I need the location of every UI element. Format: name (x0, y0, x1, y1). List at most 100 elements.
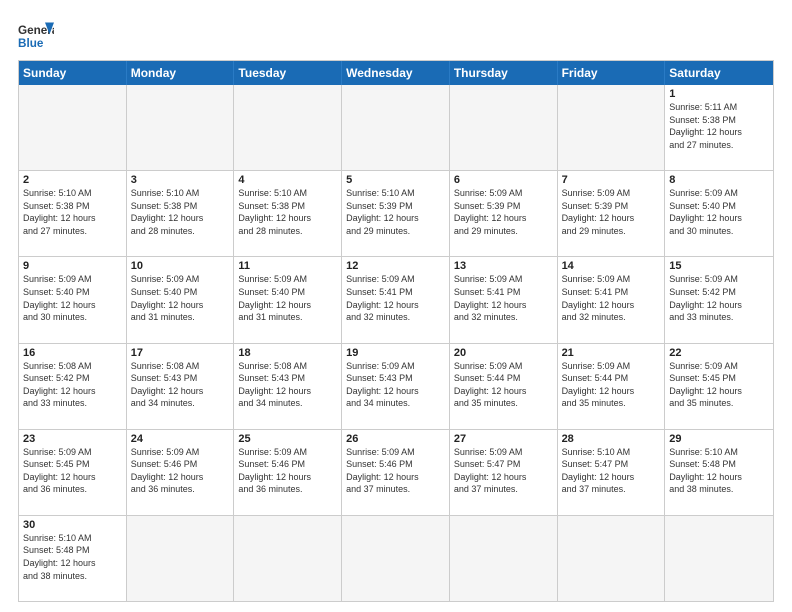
header: General Blue (18, 18, 774, 54)
day-number: 13 (454, 260, 553, 272)
week-row-5: 30Sunrise: 5:10 AM Sunset: 5:48 PM Dayli… (19, 516, 773, 601)
day-cell (19, 85, 127, 170)
day-number: 5 (346, 174, 445, 186)
day-number: 11 (238, 260, 337, 272)
day-number: 8 (669, 174, 769, 186)
day-cell: 12Sunrise: 5:09 AM Sunset: 5:41 PM Dayli… (342, 257, 450, 342)
day-number: 15 (669, 260, 769, 272)
day-cell: 3Sunrise: 5:10 AM Sunset: 5:38 PM Daylig… (127, 171, 235, 256)
day-info: Sunrise: 5:10 AM Sunset: 5:48 PM Dayligh… (23, 532, 122, 582)
day-number: 29 (669, 433, 769, 445)
day-info: Sunrise: 5:09 AM Sunset: 5:44 PM Dayligh… (454, 360, 553, 410)
day-number: 17 (131, 347, 230, 359)
day-cell: 10Sunrise: 5:09 AM Sunset: 5:40 PM Dayli… (127, 257, 235, 342)
week-row-0: 1Sunrise: 5:11 AM Sunset: 5:38 PM Daylig… (19, 85, 773, 171)
day-info: Sunrise: 5:09 AM Sunset: 5:41 PM Dayligh… (454, 273, 553, 323)
day-number: 19 (346, 347, 445, 359)
day-cell: 30Sunrise: 5:10 AM Sunset: 5:48 PM Dayli… (19, 516, 127, 601)
weeks: 1Sunrise: 5:11 AM Sunset: 5:38 PM Daylig… (19, 85, 773, 601)
day-info: Sunrise: 5:09 AM Sunset: 5:46 PM Dayligh… (238, 446, 337, 496)
week-row-2: 9 Sunrise: 5:09 AM Sunset: 5:40 PM Daylig… (19, 257, 773, 343)
day-number: 14 (562, 260, 661, 272)
day-info: Sunrise: 5:09 AM Sunset: 5:41 PM Dayligh… (562, 273, 661, 323)
day-cell (450, 85, 558, 170)
day-cell (450, 516, 558, 601)
day-number: 20 (454, 347, 553, 359)
day-info: Sunrise: 5:09 AM Sunset: 5:39 PM Dayligh… (454, 187, 553, 237)
day-info: Sunrise: 5:08 AM Sunset: 5:42 PM Dayligh… (23, 360, 122, 410)
day-info: Sunrise: 5:10 AM Sunset: 5:39 PM Dayligh… (346, 187, 445, 237)
day-number: 4 (238, 174, 337, 186)
day-cell (342, 516, 450, 601)
col-header-tuesday: Tuesday (234, 61, 342, 85)
day-number: 9 (23, 260, 122, 272)
page: General Blue SundayMondayTuesdayWednesda… (0, 0, 792, 612)
day-info: Sunrise: 5:10 AM Sunset: 5:48 PM Dayligh… (669, 446, 769, 496)
day-number: 18 (238, 347, 337, 359)
day-cell: 15Sunrise: 5:09 AM Sunset: 5:42 PM Dayli… (665, 257, 773, 342)
day-cell: 13Sunrise: 5:09 AM Sunset: 5:41 PM Dayli… (450, 257, 558, 342)
day-info: Sunrise: 5:09 AM Sunset: 5:40 PM Dayligh… (131, 273, 230, 323)
col-header-wednesday: Wednesday (342, 61, 450, 85)
day-number: 24 (131, 433, 230, 445)
day-cell: 4Sunrise: 5:10 AM Sunset: 5:38 PM Daylig… (234, 171, 342, 256)
day-number: 12 (346, 260, 445, 272)
day-info: Sunrise: 5:10 AM Sunset: 5:38 PM Dayligh… (23, 187, 122, 237)
day-cell (234, 85, 342, 170)
day-number: 25 (238, 433, 337, 445)
calendar: SundayMondayTuesdayWednesdayThursdayFrid… (18, 60, 774, 602)
day-cell (558, 516, 666, 601)
day-cell: 7Sunrise: 5:09 AM Sunset: 5:39 PM Daylig… (558, 171, 666, 256)
day-number: 16 (23, 347, 122, 359)
day-cell (127, 85, 235, 170)
day-number: 23 (23, 433, 122, 445)
day-cell: 5Sunrise: 5:10 AM Sunset: 5:39 PM Daylig… (342, 171, 450, 256)
day-cell: 22Sunrise: 5:09 AM Sunset: 5:45 PM Dayli… (665, 344, 773, 429)
day-number: 21 (562, 347, 661, 359)
day-cell: 11Sunrise: 5:09 AM Sunset: 5:40 PM Dayli… (234, 257, 342, 342)
day-number: 10 (131, 260, 230, 272)
day-cell (665, 516, 773, 601)
day-info: Sunrise: 5:09 AM Sunset: 5:42 PM Dayligh… (669, 273, 769, 323)
day-cell: 19Sunrise: 5:09 AM Sunset: 5:43 PM Dayli… (342, 344, 450, 429)
day-cell: 26Sunrise: 5:09 AM Sunset: 5:46 PM Dayli… (342, 430, 450, 515)
day-info: Sunrise: 5:09 AM Sunset: 5:46 PM Dayligh… (131, 446, 230, 496)
day-info: Sunrise: 5:09 AM Sunset: 5:39 PM Dayligh… (562, 187, 661, 237)
day-cell (234, 516, 342, 601)
day-info: Sunrise: 5:09 AM Sunset: 5:45 PM Dayligh… (23, 446, 122, 496)
day-cell (127, 516, 235, 601)
column-headers: SundayMondayTuesdayWednesdayThursdayFrid… (19, 61, 773, 85)
day-cell: 14Sunrise: 5:09 AM Sunset: 5:41 PM Dayli… (558, 257, 666, 342)
svg-text:Blue: Blue (18, 37, 44, 50)
day-info: Sunrise: 5:09 AM Sunset: 5:43 PM Dayligh… (346, 360, 445, 410)
week-row-3: 16Sunrise: 5:08 AM Sunset: 5:42 PM Dayli… (19, 344, 773, 430)
day-info: Sunrise: 5:09 AM Sunset: 5:47 PM Dayligh… (454, 446, 553, 496)
col-header-monday: Monday (127, 61, 235, 85)
day-info: Sunrise: 5:09 AM Sunset: 5:46 PM Dayligh… (346, 446, 445, 496)
day-cell: 23Sunrise: 5:09 AM Sunset: 5:45 PM Dayli… (19, 430, 127, 515)
day-cell: 1Sunrise: 5:11 AM Sunset: 5:38 PM Daylig… (665, 85, 773, 170)
day-cell: 9Sunrise: 5:09 AM Sunset: 5:40 PM Daylig… (19, 257, 127, 342)
col-header-saturday: Saturday (665, 61, 773, 85)
day-cell: 17Sunrise: 5:08 AM Sunset: 5:43 PM Dayli… (127, 344, 235, 429)
logo-icon: General Blue (18, 18, 54, 54)
day-cell: 24Sunrise: 5:09 AM Sunset: 5:46 PM Dayli… (127, 430, 235, 515)
day-number: 27 (454, 433, 553, 445)
day-info: Sunrise: 5:10 AM Sunset: 5:38 PM Dayligh… (131, 187, 230, 237)
day-info: Sunrise: 5:09 AM Sunset: 5:41 PM Dayligh… (346, 273, 445, 323)
day-number: 6 (454, 174, 553, 186)
col-header-sunday: Sunday (19, 61, 127, 85)
day-cell (342, 85, 450, 170)
day-cell: 29Sunrise: 5:10 AM Sunset: 5:48 PM Dayli… (665, 430, 773, 515)
day-number: 28 (562, 433, 661, 445)
day-cell (558, 85, 666, 170)
day-info: Sunrise: 5:10 AM Sunset: 5:47 PM Dayligh… (562, 446, 661, 496)
day-cell: 16Sunrise: 5:08 AM Sunset: 5:42 PM Dayli… (19, 344, 127, 429)
day-number: 3 (131, 174, 230, 186)
col-header-thursday: Thursday (450, 61, 558, 85)
day-cell: 28Sunrise: 5:10 AM Sunset: 5:47 PM Dayli… (558, 430, 666, 515)
day-number: 30 (23, 519, 122, 531)
day-cell: 20Sunrise: 5:09 AM Sunset: 5:44 PM Dayli… (450, 344, 558, 429)
day-number: 7 (562, 174, 661, 186)
day-number: 2 (23, 174, 122, 186)
